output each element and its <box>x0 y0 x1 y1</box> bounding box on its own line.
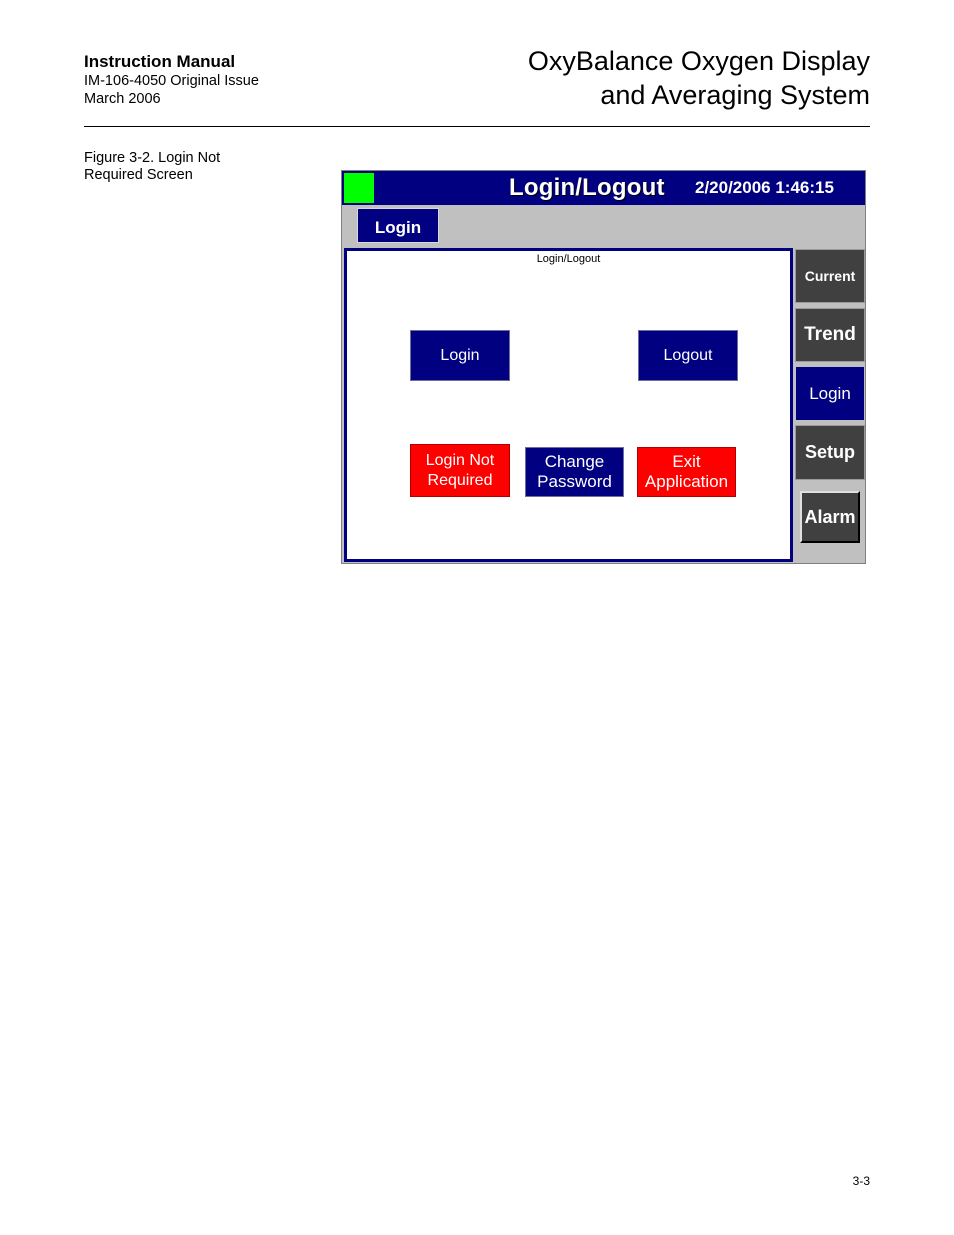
login-not-required-button[interactable]: Login Not Required <box>410 444 510 497</box>
screen-title: Login/Logout <box>509 174 665 201</box>
status-indicator <box>344 173 374 203</box>
change-password-button[interactable]: Change Password <box>525 447 624 497</box>
login-button-label: Login <box>440 346 480 364</box>
document-title-line1: OxyBalance Oxygen Display <box>527 46 870 76</box>
nav-login-label: Login <box>809 383 851 403</box>
login-button[interactable]: Login <box>410 330 510 381</box>
change-password-label-2: Password <box>537 472 612 491</box>
login-not-required-label-1: Login Not <box>425 451 495 469</box>
panel-title: Login/Logout <box>536 253 601 265</box>
doc-id: IM-106-4050 Original Issue <box>84 73 259 89</box>
manual-label: Instruction Manual <box>84 52 236 71</box>
login-logout-screen: Login/Logout 2/20/2006 1:46:15 Login Log… <box>341 170 866 564</box>
doc-date: March 2006 <box>84 91 161 107</box>
exit-application-label-2: Application <box>644 472 729 491</box>
date-time: 2/20/2006 1:46:15 <box>695 178 834 197</box>
nav-trend-button[interactable]: Trend <box>795 308 865 362</box>
alarm-frame: Alarm <box>800 491 860 543</box>
exit-application-label-1: Exit <box>672 452 701 471</box>
login-panel: Login/Logout Login Logout Login Not Requ… <box>344 248 793 562</box>
login-not-required-label-2: Required <box>427 471 493 489</box>
title-bar: Login/Logout 2/20/2006 1:46:15 <box>342 171 865 205</box>
document-title-line2: and Averaging System <box>600 80 870 110</box>
logout-button-label: Logout <box>663 346 713 364</box>
logout-button[interactable]: Logout <box>638 330 738 381</box>
nav-alarm-button[interactable]: Alarm <box>795 484 865 550</box>
nav-setup-button[interactable]: Setup <box>795 425 865 480</box>
nav-setup-label: Setup <box>804 442 855 462</box>
header-rule <box>84 126 870 127</box>
figure-caption: Figure 3-2. Login Not Required Screen <box>84 150 254 184</box>
tab-login[interactable]: Login <box>357 208 439 243</box>
document-title: OxyBalance Oxygen Display and Averaging … <box>528 44 870 112</box>
nav-current-label: Current <box>804 268 856 284</box>
figure-caption-line1: Figure 3-2. Login Not <box>84 150 221 166</box>
nav-login-button[interactable]: Login <box>795 366 865 421</box>
change-password-label-1: Change <box>544 452 605 471</box>
header-left: Instruction Manual IM-106-4050 Original … <box>84 51 259 108</box>
page-number: 3-3 <box>852 1174 870 1188</box>
exit-application-button[interactable]: Exit Application <box>637 447 736 497</box>
nav-trend-label: Trend <box>804 324 856 345</box>
figure-caption-line2: Required Screen <box>84 167 193 183</box>
nav-current-button[interactable]: Current <box>795 249 865 303</box>
nav-alarm-label: Alarm <box>804 506 856 527</box>
